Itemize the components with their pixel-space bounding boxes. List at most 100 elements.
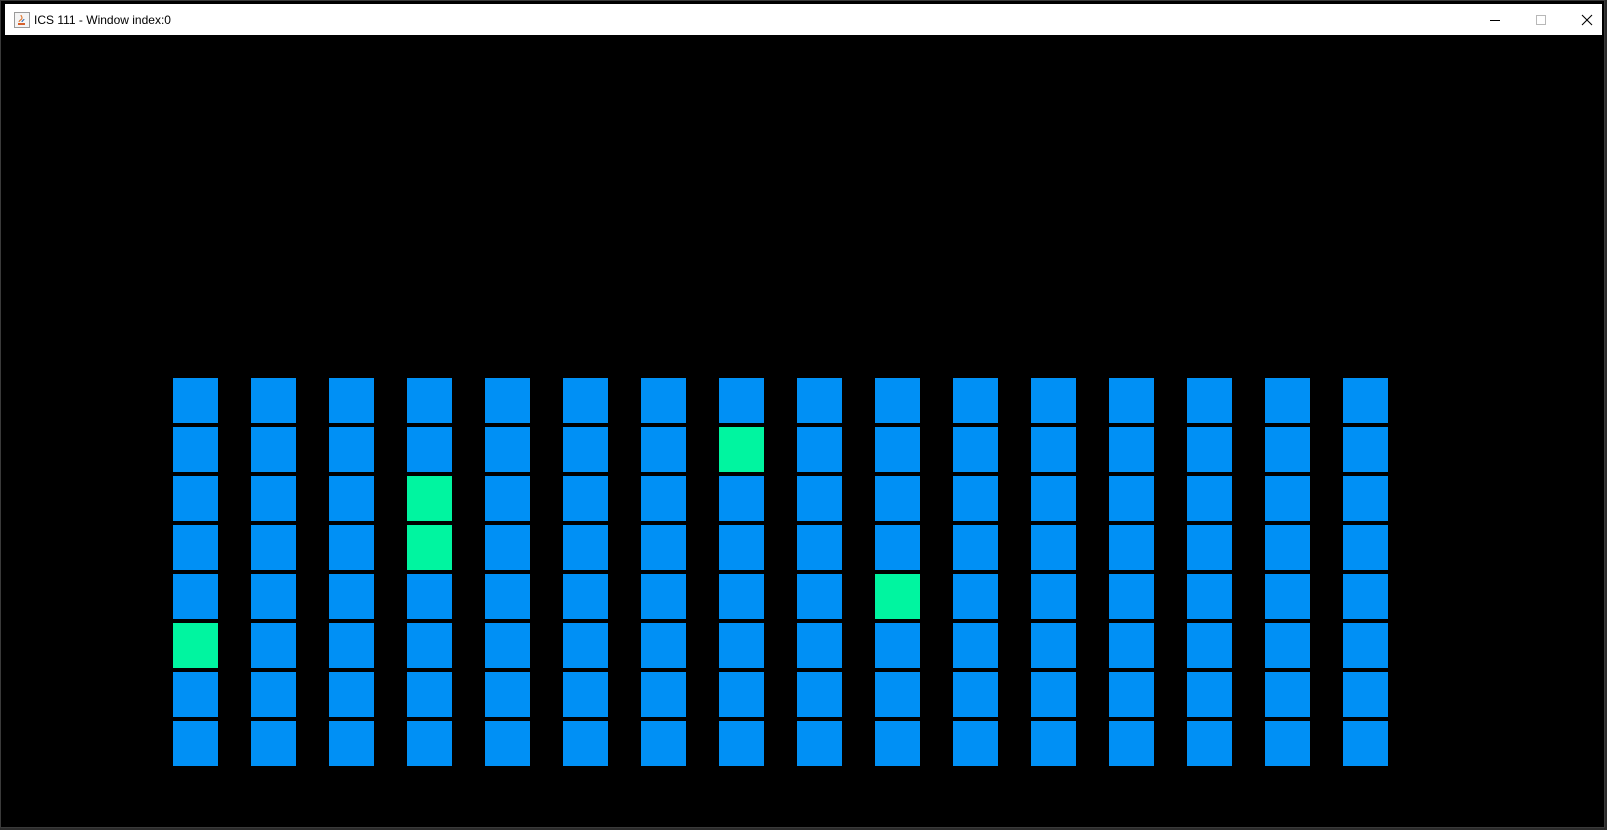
title-bar[interactable]: ICS 111 - Window index:0 xyxy=(5,4,1602,35)
grid-tile[interactable] xyxy=(1343,574,1388,619)
grid-tile[interactable] xyxy=(953,574,998,619)
grid-tile[interactable] xyxy=(251,378,296,423)
grid-tile[interactable] xyxy=(1343,721,1388,766)
minimize-button[interactable] xyxy=(1472,4,1518,35)
grid-tile[interactable] xyxy=(1109,623,1154,668)
grid-tile[interactable] xyxy=(173,427,218,472)
grid-tile[interactable] xyxy=(719,525,764,570)
grid-tile[interactable] xyxy=(797,476,842,521)
grid-tile[interactable] xyxy=(407,721,452,766)
grid-tile[interactable] xyxy=(329,476,374,521)
grid-tile[interactable] xyxy=(1031,525,1076,570)
grid-tile[interactable] xyxy=(641,427,686,472)
grid-tile[interactable] xyxy=(329,427,374,472)
grid-tile[interactable] xyxy=(1187,672,1232,717)
grid-tile[interactable] xyxy=(485,378,530,423)
grid-tile[interactable] xyxy=(1031,672,1076,717)
grid-tile[interactable] xyxy=(875,476,920,521)
grid-tile[interactable] xyxy=(953,476,998,521)
grid-tile[interactable] xyxy=(1265,378,1310,423)
grid-tile[interactable] xyxy=(953,672,998,717)
grid-tile[interactable] xyxy=(329,525,374,570)
grid-tile[interactable] xyxy=(485,476,530,521)
grid-tile[interactable] xyxy=(797,378,842,423)
grid-tile[interactable] xyxy=(485,672,530,717)
grid-tile[interactable] xyxy=(1031,721,1076,766)
grid-tile[interactable] xyxy=(1265,721,1310,766)
grid-tile[interactable] xyxy=(1031,427,1076,472)
grid-tile[interactable] xyxy=(407,378,452,423)
grid-tile[interactable] xyxy=(485,721,530,766)
grid-tile[interactable] xyxy=(797,574,842,619)
grid-tile[interactable] xyxy=(251,721,296,766)
grid-tile[interactable] xyxy=(1343,623,1388,668)
grid-tile[interactable] xyxy=(1031,476,1076,521)
grid-tile[interactable] xyxy=(407,574,452,619)
grid-tile-active[interactable] xyxy=(407,476,452,521)
grid-tile[interactable] xyxy=(875,525,920,570)
grid-tile[interactable] xyxy=(1343,427,1388,472)
grid-tile[interactable] xyxy=(719,672,764,717)
grid-tile[interactable] xyxy=(1109,378,1154,423)
grid-tile[interactable] xyxy=(485,427,530,472)
maximize-button[interactable] xyxy=(1518,4,1564,35)
grid-tile[interactable] xyxy=(1031,574,1076,619)
grid-tile[interactable] xyxy=(1109,672,1154,717)
grid-tile[interactable] xyxy=(407,623,452,668)
grid-tile[interactable] xyxy=(875,672,920,717)
grid-tile[interactable] xyxy=(251,574,296,619)
grid-tile[interactable] xyxy=(563,574,608,619)
grid-tile[interactable] xyxy=(173,476,218,521)
grid-tile[interactable] xyxy=(719,476,764,521)
grid-tile[interactable] xyxy=(563,427,608,472)
grid-tile[interactable] xyxy=(953,427,998,472)
grid-tile[interactable] xyxy=(251,476,296,521)
grid-tile[interactable] xyxy=(563,623,608,668)
grid-tile[interactable] xyxy=(719,574,764,619)
grid-tile[interactable] xyxy=(1187,623,1232,668)
grid-tile[interactable] xyxy=(329,721,374,766)
grid-tile[interactable] xyxy=(1343,525,1388,570)
grid-tile[interactable] xyxy=(1187,427,1232,472)
grid-tile[interactable] xyxy=(1187,525,1232,570)
grid-tile[interactable] xyxy=(1187,574,1232,619)
grid-tile-active[interactable] xyxy=(875,574,920,619)
grid-tile[interactable] xyxy=(1109,721,1154,766)
grid-tile[interactable] xyxy=(1265,476,1310,521)
grid-tile[interactable] xyxy=(1265,623,1310,668)
grid-tile[interactable] xyxy=(563,476,608,521)
grid-tile[interactable] xyxy=(875,721,920,766)
grid-tile[interactable] xyxy=(719,721,764,766)
grid-tile[interactable] xyxy=(1187,476,1232,521)
game-canvas[interactable] xyxy=(5,35,1602,827)
grid-tile[interactable] xyxy=(1109,427,1154,472)
grid-tile[interactable] xyxy=(641,721,686,766)
grid-tile[interactable] xyxy=(563,672,608,717)
grid-tile[interactable] xyxy=(1265,427,1310,472)
grid-tile[interactable] xyxy=(1265,574,1310,619)
grid-tile[interactable] xyxy=(875,623,920,668)
grid-tile[interactable] xyxy=(485,525,530,570)
grid-tile[interactable] xyxy=(173,672,218,717)
grid-tile[interactable] xyxy=(797,427,842,472)
grid-tile[interactable] xyxy=(1031,378,1076,423)
grid-tile[interactable] xyxy=(173,721,218,766)
grid-tile[interactable] xyxy=(797,525,842,570)
grid-tile[interactable] xyxy=(251,623,296,668)
grid-tile[interactable] xyxy=(1265,525,1310,570)
grid-tile[interactable] xyxy=(719,378,764,423)
grid-tile[interactable] xyxy=(407,427,452,472)
grid-tile[interactable] xyxy=(875,427,920,472)
grid-tile[interactable] xyxy=(641,623,686,668)
close-button[interactable] xyxy=(1564,4,1607,35)
grid-tile[interactable] xyxy=(719,623,764,668)
grid-tile[interactable] xyxy=(563,525,608,570)
grid-tile[interactable] xyxy=(797,623,842,668)
grid-tile[interactable] xyxy=(641,525,686,570)
grid-tile[interactable] xyxy=(1109,525,1154,570)
grid-tile[interactable] xyxy=(1109,574,1154,619)
grid-tile[interactable] xyxy=(641,378,686,423)
grid-tile[interactable] xyxy=(329,672,374,717)
grid-tile[interactable] xyxy=(1109,476,1154,521)
grid-tile[interactable] xyxy=(641,574,686,619)
